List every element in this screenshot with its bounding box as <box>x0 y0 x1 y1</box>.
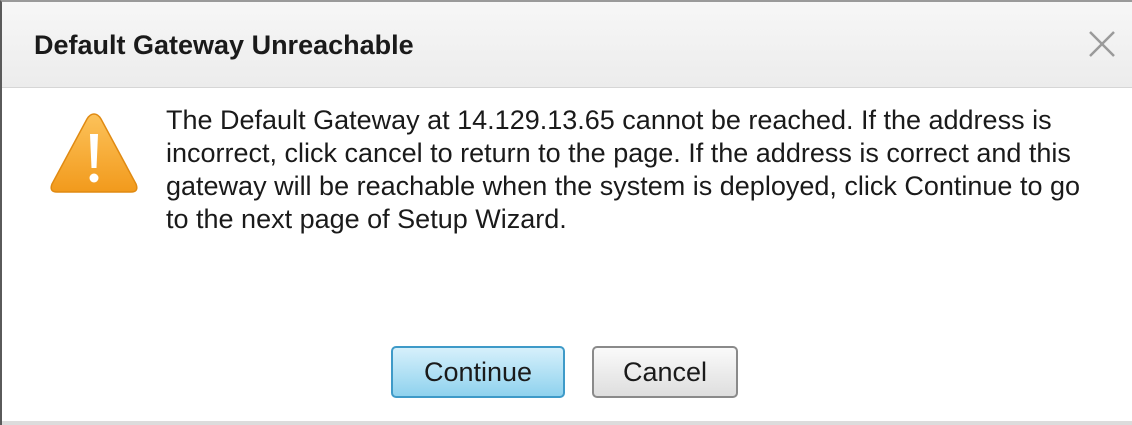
gateway-unreachable-dialog: Default Gateway Unreachable The Default … <box>0 0 1132 425</box>
dialog-body: The Default Gateway at 14.129.13.65 cann… <box>2 88 1132 425</box>
cancel-button[interactable]: Cancel <box>592 346 738 398</box>
dialog-titlebar: Default Gateway Unreachable <box>2 2 1132 88</box>
warning-icon <box>50 113 138 193</box>
close-icon[interactable] <box>1084 26 1120 62</box>
continue-button[interactable]: Continue <box>391 346 565 398</box>
dialog-message: The Default Gateway at 14.129.13.65 cann… <box>166 105 1081 234</box>
dialog-bottom-border <box>2 421 1132 425</box>
dialog-title: Default Gateway Unreachable <box>34 30 414 60</box>
